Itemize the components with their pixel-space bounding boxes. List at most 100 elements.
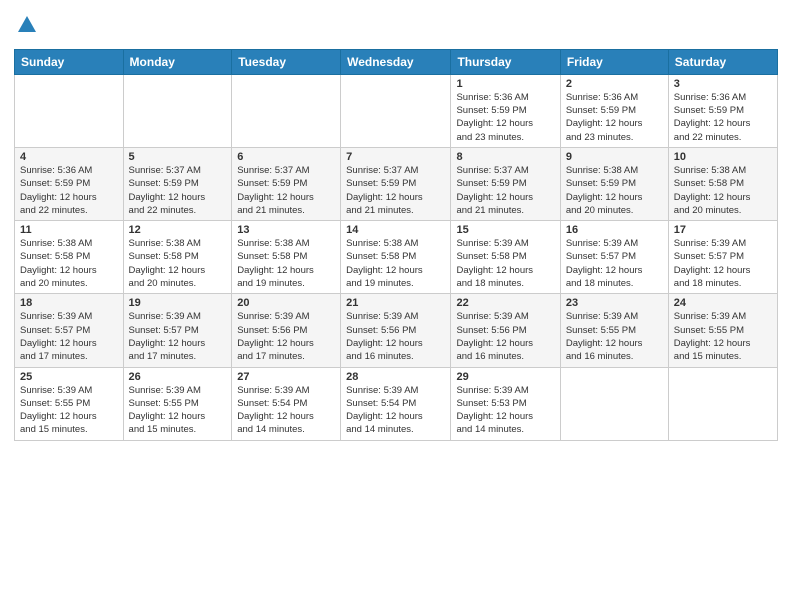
calendar-week-3: 11 Sunrise: 5:38 AM Sunset: 5:58 PM Dayli… bbox=[15, 221, 778, 294]
day-number: 17 bbox=[674, 224, 772, 236]
calendar-cell: 27Sunrise: 5:39 AM Sunset: 5:54 PM Dayli… bbox=[232, 367, 341, 440]
day-info: Sunrise: 5:39 AM Sunset: 5:56 PM Dayligh… bbox=[456, 310, 554, 363]
day-number: 26 bbox=[129, 371, 227, 383]
calendar-cell: 8Sunrise: 5:37 AM Sunset: 5:59 PM Daylig… bbox=[451, 147, 560, 220]
calendar-cell bbox=[232, 74, 341, 147]
calendar-cell: 21Sunrise: 5:39 AM Sunset: 5:56 PM Dayli… bbox=[341, 294, 451, 367]
day-number: 3 bbox=[674, 78, 772, 90]
day-info: Sunrise: 5:39 AM Sunset: 5:55 PM Dayligh… bbox=[20, 384, 118, 437]
calendar-cell: 2Sunrise: 5:36 AM Sunset: 5:59 PM Daylig… bbox=[560, 74, 668, 147]
day-info: Sunrise: 5:39 AM Sunset: 5:53 PM Dayligh… bbox=[456, 384, 554, 437]
calendar-week-2: 4Sunrise: 5:36 AM Sunset: 5:59 PM Daylig… bbox=[15, 147, 778, 220]
day-info: Sunrise: 5:37 AM Sunset: 5:59 PM Dayligh… bbox=[237, 164, 335, 217]
calendar-header-wednesday: Wednesday bbox=[341, 49, 451, 74]
calendar-header-tuesday: Tuesday bbox=[232, 49, 341, 74]
day-info: Sunrise: 5:37 AM Sunset: 5:59 PM Dayligh… bbox=[129, 164, 227, 217]
calendar-cell: 4Sunrise: 5:36 AM Sunset: 5:59 PM Daylig… bbox=[15, 147, 124, 220]
logo-icon bbox=[16, 14, 38, 36]
day-number: 28 bbox=[346, 371, 445, 383]
calendar-cell: 1Sunrise: 5:36 AM Sunset: 5:59 PM Daylig… bbox=[451, 74, 560, 147]
calendar-cell: 15Sunrise: 5:39 AM Sunset: 5:58 PM Dayli… bbox=[451, 221, 560, 294]
day-number: 8 bbox=[456, 151, 554, 163]
day-info: Sunrise: 5:39 AM Sunset: 5:57 PM Dayligh… bbox=[674, 237, 772, 290]
day-info: Sunrise: 5:38 AM Sunset: 5:58 PM Dayligh… bbox=[129, 237, 227, 290]
calendar-cell: 13Sunrise: 5:38 AM Sunset: 5:58 PM Dayli… bbox=[232, 221, 341, 294]
day-number: 24 bbox=[674, 297, 772, 309]
day-number: 16 bbox=[566, 224, 663, 236]
day-info: Sunrise: 5:36 AM Sunset: 5:59 PM Dayligh… bbox=[456, 91, 554, 144]
calendar-week-5: 25Sunrise: 5:39 AM Sunset: 5:55 PM Dayli… bbox=[15, 367, 778, 440]
day-number: 9 bbox=[566, 151, 663, 163]
day-number: 15 bbox=[456, 224, 554, 236]
calendar-cell: 20Sunrise: 5:39 AM Sunset: 5:56 PM Dayli… bbox=[232, 294, 341, 367]
calendar-cell: 5Sunrise: 5:37 AM Sunset: 5:59 PM Daylig… bbox=[123, 147, 232, 220]
calendar-cell: 11Sunrise: 5:38 AM Sunset: 5:58 PM Dayli… bbox=[15, 221, 124, 294]
day-number: 22 bbox=[456, 297, 554, 309]
day-number: 13 bbox=[237, 224, 335, 236]
day-number: 21 bbox=[346, 297, 445, 309]
day-number: 25 bbox=[20, 371, 118, 383]
calendar-cell: 23Sunrise: 5:39 AM Sunset: 5:55 PM Dayli… bbox=[560, 294, 668, 367]
calendar-table: SundayMondayTuesdayWednesdayThursdayFrid… bbox=[14, 49, 778, 441]
day-info: Sunrise: 5:37 AM Sunset: 5:59 PM Dayligh… bbox=[346, 164, 445, 217]
day-number: 7 bbox=[346, 151, 445, 163]
calendar-cell: 19Sunrise: 5:39 AM Sunset: 5:57 PM Dayli… bbox=[123, 294, 232, 367]
day-number: 5 bbox=[129, 151, 227, 163]
calendar-cell: 17Sunrise: 5:39 AM Sunset: 5:57 PM Dayli… bbox=[668, 221, 777, 294]
day-number: 1 bbox=[456, 78, 554, 90]
day-info: Sunrise: 5:36 AM Sunset: 5:59 PM Dayligh… bbox=[674, 91, 772, 144]
calendar-cell: 10Sunrise: 5:38 AM Sunset: 5:58 PM Dayli… bbox=[668, 147, 777, 220]
calendar-cell: 7Sunrise: 5:37 AM Sunset: 5:59 PM Daylig… bbox=[341, 147, 451, 220]
calendar-cell: 26Sunrise: 5:39 AM Sunset: 5:55 PM Dayli… bbox=[123, 367, 232, 440]
calendar-cell bbox=[341, 74, 451, 147]
day-number: 19 bbox=[129, 297, 227, 309]
calendar-cell: 22Sunrise: 5:39 AM Sunset: 5:56 PM Dayli… bbox=[451, 294, 560, 367]
calendar-cell: 14Sunrise: 5:38 AM Sunset: 5:58 PM Dayli… bbox=[341, 221, 451, 294]
day-number: 10 bbox=[674, 151, 772, 163]
day-info: Sunrise: 5:38 AM Sunset: 5:58 PM Dayligh… bbox=[346, 237, 445, 290]
day-info: Sunrise: 5:36 AM Sunset: 5:59 PM Dayligh… bbox=[20, 164, 118, 217]
calendar-cell: 18Sunrise: 5:39 AM Sunset: 5:57 PM Dayli… bbox=[15, 294, 124, 367]
day-info: Sunrise: 5:38 AM Sunset: 5:58 PM Dayligh… bbox=[237, 237, 335, 290]
day-number: 4 bbox=[20, 151, 118, 163]
calendar-header-friday: Friday bbox=[560, 49, 668, 74]
calendar-header-monday: Monday bbox=[123, 49, 232, 74]
day-info: Sunrise: 5:39 AM Sunset: 5:57 PM Dayligh… bbox=[566, 237, 663, 290]
calendar-header-row: SundayMondayTuesdayWednesdayThursdayFrid… bbox=[15, 49, 778, 74]
day-info: Sunrise: 5:39 AM Sunset: 5:56 PM Dayligh… bbox=[346, 310, 445, 363]
calendar-cell bbox=[668, 367, 777, 440]
calendar-cell: 25Sunrise: 5:39 AM Sunset: 5:55 PM Dayli… bbox=[15, 367, 124, 440]
day-info: Sunrise: 5:39 AM Sunset: 5:55 PM Dayligh… bbox=[566, 310, 663, 363]
day-info: Sunrise: 5:39 AM Sunset: 5:57 PM Dayligh… bbox=[129, 310, 227, 363]
day-number: 12 bbox=[129, 224, 227, 236]
calendar-cell: 16Sunrise: 5:39 AM Sunset: 5:57 PM Dayli… bbox=[560, 221, 668, 294]
calendar-cell: 6Sunrise: 5:37 AM Sunset: 5:59 PM Daylig… bbox=[232, 147, 341, 220]
calendar-header-thursday: Thursday bbox=[451, 49, 560, 74]
calendar-cell: 9Sunrise: 5:38 AM Sunset: 5:59 PM Daylig… bbox=[560, 147, 668, 220]
calendar-cell: 12Sunrise: 5:38 AM Sunset: 5:58 PM Dayli… bbox=[123, 221, 232, 294]
day-info: Sunrise: 5:37 AM Sunset: 5:59 PM Dayligh… bbox=[456, 164, 554, 217]
calendar-cell: 28Sunrise: 5:39 AM Sunset: 5:54 PM Dayli… bbox=[341, 367, 451, 440]
calendar-cell: 29Sunrise: 5:39 AM Sunset: 5:53 PM Dayli… bbox=[451, 367, 560, 440]
day-number: 14 bbox=[346, 224, 445, 236]
calendar-week-4: 18Sunrise: 5:39 AM Sunset: 5:57 PM Dayli… bbox=[15, 294, 778, 367]
calendar-week-1: 1Sunrise: 5:36 AM Sunset: 5:59 PM Daylig… bbox=[15, 74, 778, 147]
day-info: Sunrise: 5:39 AM Sunset: 5:55 PM Dayligh… bbox=[129, 384, 227, 437]
calendar-header-sunday: Sunday bbox=[15, 49, 124, 74]
day-info: Sunrise: 5:38 AM Sunset: 5:59 PM Dayligh… bbox=[566, 164, 663, 217]
day-number: 6 bbox=[237, 151, 335, 163]
day-info: Sunrise: 5:39 AM Sunset: 5:55 PM Dayligh… bbox=[674, 310, 772, 363]
day-info: Sunrise: 5:36 AM Sunset: 5:59 PM Dayligh… bbox=[566, 91, 663, 144]
day-number: 11 bbox=[20, 224, 118, 236]
day-number: 29 bbox=[456, 371, 554, 383]
calendar-cell bbox=[123, 74, 232, 147]
day-info: Sunrise: 5:39 AM Sunset: 5:58 PM Dayligh… bbox=[456, 237, 554, 290]
day-info: Sunrise: 5:39 AM Sunset: 5:54 PM Dayligh… bbox=[237, 384, 335, 437]
calendar-cell bbox=[15, 74, 124, 147]
day-number: 27 bbox=[237, 371, 335, 383]
day-number: 2 bbox=[566, 78, 663, 90]
calendar-cell: 24Sunrise: 5:39 AM Sunset: 5:55 PM Dayli… bbox=[668, 294, 777, 367]
day-number: 23 bbox=[566, 297, 663, 309]
calendar-cell bbox=[560, 367, 668, 440]
day-info: Sunrise: 5:39 AM Sunset: 5:56 PM Dayligh… bbox=[237, 310, 335, 363]
